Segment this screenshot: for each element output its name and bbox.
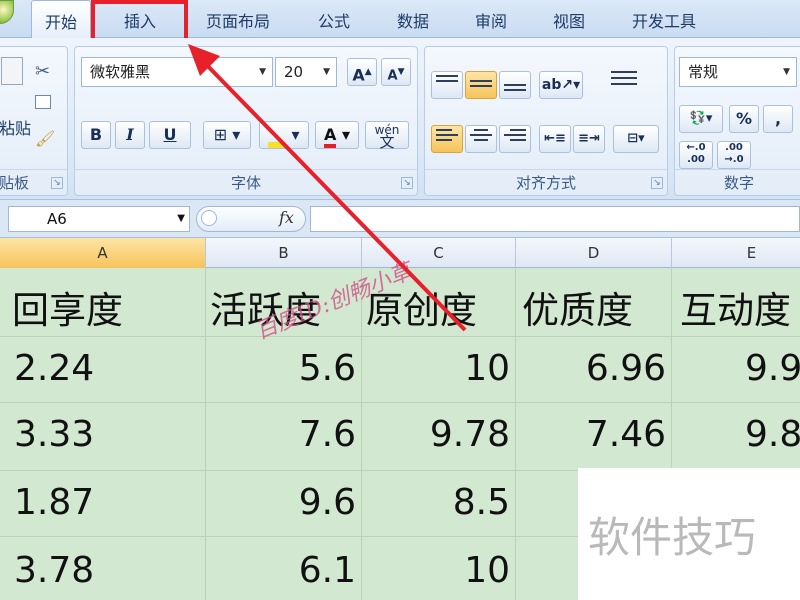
table-cell[interactable]: 10 [362, 348, 510, 389]
font-color-icon: A [324, 125, 337, 148]
brand-overlay: 软件技巧 [578, 468, 800, 600]
underline-button[interactable]: U [149, 121, 191, 149]
table-cell[interactable]: 2.24 [14, 348, 94, 389]
column-header-a[interactable]: A [0, 238, 206, 268]
column-header-e[interactable]: E [672, 238, 800, 268]
currency-button[interactable]: 💱▾ [679, 105, 723, 133]
percent-button[interactable]: % [729, 105, 759, 133]
borders-button[interactable]: ⊞ ▾ [203, 121, 251, 149]
bold-button[interactable]: B [81, 121, 111, 149]
formula-controls: fx [196, 206, 306, 232]
tab-developer[interactable]: 开发工具 [616, 0, 712, 38]
font-group: 微软雅黑 ▼ 20 ▼ A▲ A▼ B I U ⊞ ▾ ▾ A ▾ wén 文 字体 … [74, 46, 418, 196]
shrink-font-button[interactable]: A▼ [381, 58, 411, 86]
tab-data[interactable]: 数据 [378, 0, 448, 38]
font-name-value: 微软雅黑 [90, 63, 151, 81]
table-cell[interactable]: 3.78 [14, 550, 94, 591]
grid-line [0, 402, 800, 403]
number-group-label: 数字 [675, 169, 800, 195]
font-size-value: 20 [284, 63, 304, 81]
table-cell[interactable]: 7.6 [206, 414, 356, 455]
chevron-down-icon: ▼ [323, 67, 330, 77]
phonetic-char: 文 [379, 133, 395, 151]
table-cell[interactable]: 1.87 [14, 482, 94, 523]
merge-center-button[interactable]: ⊟▾ [613, 125, 659, 153]
number-format-dropdown[interactable]: 常规 ▼ [679, 57, 797, 87]
formula-bar: A6 ▼ fx [0, 200, 800, 238]
decrease-indent-button[interactable]: ⇤≡ [539, 125, 571, 153]
cancel-icon[interactable] [201, 210, 217, 226]
table-cell[interactable]: 回享度 [12, 280, 123, 334]
formula-input[interactable] [310, 206, 800, 232]
alignment-group: ab↗▾ ⇤≡ ≡⇥ ⊟▾ 对齐方式 ↘ [424, 46, 668, 196]
clipboard-launcher-icon[interactable]: ↘ [51, 177, 63, 189]
brand-overlay-text: 软件技巧 [588, 513, 757, 562]
office-button[interactable] [0, 0, 14, 24]
table-cell[interactable]: 10 [362, 550, 510, 591]
column-header-d[interactable]: D [516, 238, 672, 268]
name-box-value: A6 [47, 210, 67, 228]
format-painter-icon[interactable]: 🖌 [35, 129, 55, 148]
fill-bucket-icon [268, 142, 287, 148]
align-bottom-button[interactable] [499, 71, 531, 99]
font-name-dropdown[interactable]: 微软雅黑 ▼ [81, 57, 273, 87]
align-middle-button[interactable] [465, 71, 497, 99]
cut-icon[interactable]: ✂ [35, 61, 50, 82]
decrease-decimal-button[interactable]: .00 →.0 [717, 141, 751, 169]
align-right-button[interactable] [499, 125, 531, 153]
paste-icon[interactable] [1, 57, 23, 85]
table-cell[interactable]: 3.33 [14, 414, 94, 455]
chevron-down-icon: ▼ [177, 213, 185, 224]
table-cell[interactable]: 9.6 [206, 482, 356, 523]
table-cell[interactable]: 9.8 [745, 414, 800, 455]
tab-formulas[interactable]: 公式 [300, 0, 368, 38]
insert-function-icon[interactable]: fx [279, 208, 294, 227]
clipboard-group: 粘贴 ✂ 🖌 贴板 ↘ [0, 46, 68, 196]
tab-view[interactable]: 视图 [534, 0, 604, 38]
name-box[interactable]: A6 ▼ [8, 206, 190, 232]
column-header-b[interactable]: B [206, 238, 362, 268]
font-group-label: 字体 [75, 169, 417, 195]
grow-font-button[interactable]: A▲ [347, 58, 377, 86]
font-color-button[interactable]: A ▾ [315, 121, 359, 149]
align-top-button[interactable] [431, 71, 463, 99]
alignment-launcher-icon[interactable]: ↘ [651, 177, 663, 189]
alignment-group-label: 对齐方式 [425, 169, 667, 195]
chevron-down-icon: ▼ [259, 67, 266, 77]
comma-button[interactable]: , [763, 105, 793, 133]
align-left-button[interactable] [431, 125, 463, 153]
font-launcher-icon[interactable]: ↘ [401, 177, 413, 189]
ribbon: 粘贴 ✂ 🖌 贴板 ↘ 微软雅黑 ▼ 20 ▼ A▲ A▼ B I U ⊞ ▾ ▾ … [0, 38, 800, 200]
table-cell[interactable]: 9.78 [362, 414, 510, 455]
increase-decimal-button[interactable]: ←.0.00 [679, 141, 713, 169]
italic-button[interactable]: I [115, 121, 145, 149]
tab-home[interactable]: 开始 [31, 0, 91, 39]
table-cell[interactable]: 9.9 [745, 348, 800, 389]
wrap-text-icon[interactable] [611, 67, 637, 97]
align-center-button[interactable] [465, 125, 497, 153]
table-cell[interactable]: 5.6 [206, 348, 356, 389]
number-format-value: 常规 [688, 63, 719, 81]
number-group: 常规 ▼ 💱▾ % , ←.0.00 .00 →.0 数字 [674, 46, 800, 196]
increase-indent-button[interactable]: ≡⇥ [573, 125, 605, 153]
grid-line [0, 336, 800, 337]
table-cell[interactable]: 优质度 [522, 280, 633, 334]
table-cell[interactable]: 7.46 [516, 414, 666, 455]
chevron-down-icon: ▼ [783, 67, 790, 77]
table-cell[interactable]: 互动度 [680, 280, 791, 334]
fill-color-button[interactable]: ▾ [259, 121, 309, 149]
table-cell[interactable]: 6.1 [206, 550, 356, 591]
phonetic-button[interactable]: wén 文 [365, 121, 409, 151]
tab-page-layout[interactable]: 页面布局 [190, 0, 286, 38]
font-size-dropdown[interactable]: 20 ▼ [275, 57, 337, 87]
copy-icon[interactable] [35, 95, 51, 109]
tab-review[interactable]: 审阅 [456, 0, 526, 38]
table-cell[interactable]: 8.5 [362, 482, 510, 523]
paste-label: 粘贴 [0, 119, 32, 138]
table-cell[interactable]: 6.96 [516, 348, 666, 389]
orientation-button[interactable]: ab↗▾ [539, 71, 583, 99]
